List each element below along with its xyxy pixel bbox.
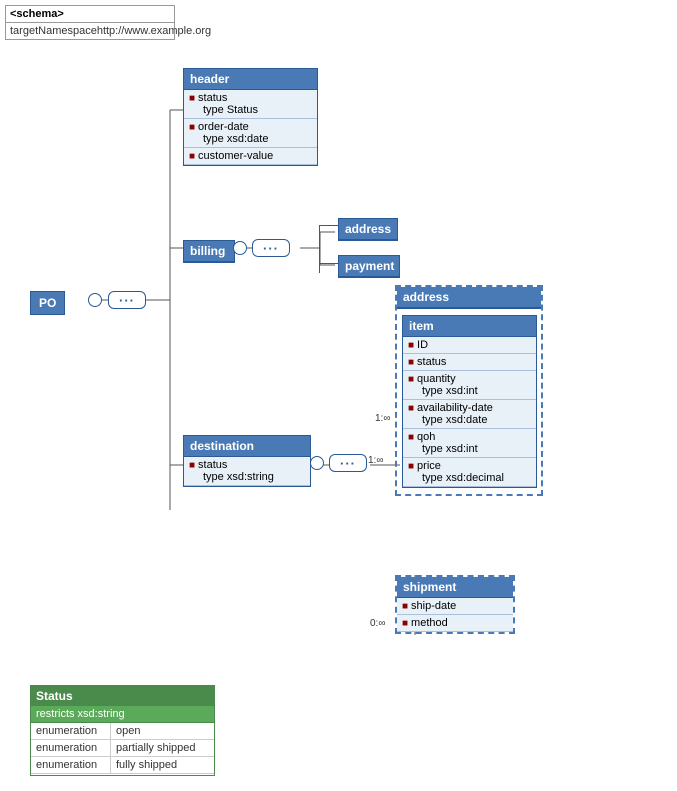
item-title: item	[403, 316, 536, 337]
header-node: header ■statustype Status ■order-datetyp…	[183, 68, 318, 166]
item-field-price: ■pricetype xsd:decimal	[403, 458, 536, 487]
payment-node: payment	[338, 255, 400, 278]
field-icon: ■	[408, 432, 414, 443]
schema-row-namespace: targetNamespace http://www.example.org	[6, 23, 174, 39]
payment-title: payment	[339, 256, 399, 277]
billing-branch-h1	[319, 225, 339, 226]
schema-box: <schema> targetNamespace http://www.exam…	[5, 5, 175, 40]
status-box: Status restricts xsd:string enumeration …	[30, 685, 215, 776]
schema-title: <schema>	[6, 6, 174, 23]
field-icon: ■	[408, 357, 414, 368]
po-address-container: address item ■ID ■status ■quantitytype x…	[395, 285, 543, 496]
field-icon: ■	[402, 618, 408, 629]
item-field-quantity: ■quantitytype xsd:int	[403, 371, 536, 400]
status-subtitle: restricts xsd:string	[31, 706, 214, 723]
item-field-id: ■ID	[403, 337, 536, 354]
shipment-node: shipment ■ship-date ■method	[397, 577, 513, 632]
field-icon: ■	[189, 151, 195, 162]
header-field-orderdate: ■order-datetype xsd:date	[184, 119, 317, 148]
billing-connector-oval	[233, 241, 247, 255]
billing-dots-box: ···	[252, 239, 290, 257]
status-row-partial: enumeration partially shipped	[31, 740, 214, 757]
label-zero-inf-shipment: 0:∞	[370, 618, 385, 629]
field-icon: ■	[408, 461, 414, 472]
billing-branch-h2	[319, 263, 339, 264]
shipment-field-shipdate: ■ship-date	[397, 598, 513, 615]
field-icon: ■	[189, 122, 195, 133]
status-key: enumeration	[31, 740, 111, 756]
item-field-avail: ■availability-datetype xsd:date	[403, 400, 536, 429]
diagram-area: <schema> targetNamespace http://www.exam…	[0, 0, 677, 791]
status-row-open: enumeration open	[31, 723, 214, 740]
status-row-full: enumeration fully shipped	[31, 757, 214, 774]
shipment-field-method: ■method	[397, 615, 513, 632]
billing-dots-label: ···	[263, 241, 279, 256]
po-address-node: address	[397, 287, 541, 309]
status-val: open	[111, 723, 145, 739]
item-field-qoh: ■qohtype xsd:int	[403, 429, 536, 458]
shipment-title: shipment	[397, 577, 513, 598]
connector-lines	[0, 0, 677, 791]
billing-branch-v	[319, 225, 320, 273]
status-key: enumeration	[31, 723, 111, 739]
header-field-status: ■statustype Status	[184, 90, 317, 119]
label-one-inf-item: 1:∞	[375, 413, 390, 424]
billing-node: billing	[183, 240, 235, 263]
field-icon: ■	[408, 340, 414, 351]
item-node: item ■ID ■status ■quantitytype xsd:int ■…	[402, 315, 537, 488]
field-icon: ■	[408, 374, 414, 385]
destination-dots-box: ···	[329, 454, 367, 472]
billing-address-title: address	[339, 219, 397, 240]
shipment-container: shipment ■ship-date ■method	[395, 575, 515, 634]
label-one-inf-destination: 1:∞	[368, 455, 383, 466]
billing-title: billing	[184, 241, 234, 262]
header-title: header	[184, 69, 317, 90]
destination-node: destination ■statustype xsd:string	[183, 435, 311, 487]
status-val: partially shipped	[111, 740, 201, 756]
status-val: fully shipped	[111, 757, 182, 773]
destination-dots-label: ···	[340, 456, 356, 471]
po-dots-label: ···	[119, 293, 135, 308]
po-dots-box: ···	[108, 291, 146, 309]
schema-key: targetNamespace	[10, 25, 97, 37]
item-field-status: ■status	[403, 354, 536, 371]
field-icon: ■	[408, 403, 414, 414]
destination-connector-oval	[310, 456, 324, 470]
destination-title: destination	[184, 436, 310, 457]
field-icon: ■	[189, 460, 195, 471]
status-key: enumeration	[31, 757, 111, 773]
po-connector-oval	[88, 293, 102, 307]
po-address-title: address	[397, 287, 541, 308]
field-icon: ■	[402, 601, 408, 612]
field-icon: ■	[189, 93, 195, 104]
schema-val: http://www.example.org	[97, 25, 211, 37]
billing-address-node: address	[338, 218, 398, 241]
status-title: Status	[31, 686, 214, 706]
header-field-customervalue: ■customer-value	[184, 148, 317, 165]
po-node: PO	[30, 291, 65, 315]
destination-field-status: ■statustype xsd:string	[184, 457, 310, 486]
